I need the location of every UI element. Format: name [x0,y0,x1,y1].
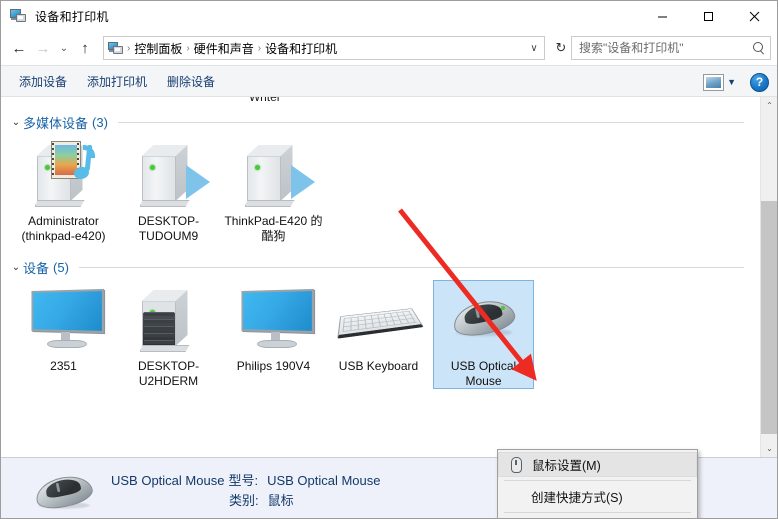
computer-tower-icon [126,284,212,356]
details-value-model: USB Optical Mouse [267,473,381,488]
mouse-icon [441,284,527,356]
minimize-button[interactable] [639,1,685,31]
device-tile-desktop-tudoum9[interactable]: DESKTOP-TUDOUM9 [116,133,221,244]
clipped-printer-label: Writer [1,97,760,104]
media-player-icon [126,139,212,211]
window-title: 设备和打印机 [35,9,109,24]
device-tile-label: 2351 [50,359,77,373]
media-player-icon [231,139,317,211]
group-header-devices[interactable]: ⌄ 设备 (5) [1,256,760,278]
device-tile-label: USB Optical Mouse [450,359,517,388]
device-tile-label: USB Keyboard [338,359,419,373]
details-key-category: 类别: [229,493,259,508]
menu-item-label: 创建快捷方式(S) [531,491,623,505]
remove-device-button[interactable]: 删除设备 [157,69,225,94]
help-button[interactable]: ? [750,72,769,92]
scroll-down-arrow-icon[interactable]: ⌄ [761,440,777,457]
group-divider [78,266,744,268]
breadcrumb-devices-printers-icon [108,41,124,56]
menu-create-shortcut[interactable]: 创建快捷方式(S) [498,484,697,509]
back-button[interactable]: ← [7,35,31,61]
breadcrumb-item-devices-printers[interactable]: 设备和打印机 [262,40,340,57]
menu-separator [504,512,691,513]
device-tile-label: ThinkPad-E420 的酷狗 [224,214,323,243]
details-key-model: 型号: [228,473,259,488]
device-tiles: 2351 DESKTOP-U2HDERM Philips 190V4 USB K… [1,278,760,389]
group-header-multimedia[interactable]: ⌄ 多媒体设备 (3) [1,111,760,133]
forward-button[interactable]: → [31,35,55,61]
keyboard-icon [336,284,424,356]
maximize-button[interactable] [685,1,731,31]
device-tile-label: DESKTOP-TUDOUM9 [137,214,200,243]
device-tile-label: DESKTOP-U2HDERM [137,359,200,388]
context-menu: 鼠标设置(M) 创建快捷方式(S) 删除设备(V) 疑难解答(T) 属 [497,449,698,518]
add-device-button[interactable]: 添加设备 [9,69,77,94]
window-controls [639,1,777,31]
group-divider [117,121,744,123]
close-button[interactable] [731,1,777,31]
menu-separator [504,480,691,481]
details-category-row: 类别: 鼠标 [111,491,381,511]
history-dropdown-icon[interactable]: ⌄ [55,35,73,61]
devices-and-printers-window: 设备和打印机 ← → ⌄ ↑ › 控制面板 › 硬件和声音 › 设备和打印机 ∨… [0,0,778,519]
details-text: USB Optical Mouse 型号: USB Optical Mouse … [111,464,381,511]
device-tile-label: Philips 190V4 [236,359,311,373]
device-tile-philips-190v4[interactable]: Philips 190V4 [221,278,326,389]
breadcrumb-item-control-panel[interactable]: 控制面板 [131,40,185,57]
group-title-devices: 设备 [23,260,50,276]
device-tile-usb-keyboard[interactable]: USB Keyboard [326,278,431,389]
clipped-printer-label-text: Writer [249,97,281,104]
chevron-down-icon[interactable]: ⌄ [9,262,23,273]
menu-remove-device[interactable]: 删除设备(V) [498,516,697,518]
devices-printers-icon [10,8,27,24]
toolbar-right-group: ▼ ? [703,66,769,98]
menu-mouse-settings[interactable]: 鼠标设置(M) [498,452,697,477]
device-tile-2351[interactable]: 2351 [11,278,116,389]
device-tile-administrator[interactable]: Administrator (thinkpad-e420) [11,133,116,244]
chevron-down-icon[interactable]: ∨ [526,43,542,54]
vertical-scrollbar[interactable]: ⌃ ⌄ [760,97,777,457]
search-input[interactable] [579,41,752,55]
search-icon [752,41,766,55]
group-count-multimedia: (3) [92,114,108,130]
scroll-up-arrow-icon[interactable]: ⌃ [761,97,777,114]
mouse-icon [502,456,530,473]
device-tile-thinkpad-kugou[interactable]: ThinkPad-E420 的酷狗 [221,133,326,244]
scrollbar-thumb[interactable] [761,201,777,434]
menu-item-label: 鼠标设置(M) [532,459,601,473]
monitor-icon [231,284,317,356]
address-bar: ← → ⌄ ↑ › 控制面板 › 硬件和声音 › 设备和打印机 ∨ ↻ [1,31,777,65]
details-value-category: 鼠标 [267,493,294,508]
command-toolbar: 添加设备 添加打印机 删除设备 ▼ ? [1,65,777,97]
title-bar: 设备和打印机 [1,1,777,31]
monitor-icon [21,284,107,356]
media-device-icon [21,139,107,211]
preview-pane-icon[interactable] [703,73,725,91]
refresh-button[interactable]: ↻ [551,40,571,56]
details-header-row: USB Optical Mouse 型号: USB Optical Mouse [111,471,381,491]
group-count-devices: (5) [53,259,69,275]
device-tile-desktop-u2hderm[interactable]: DESKTOP-U2HDERM [116,278,221,389]
device-list-scroll-pane: Writer ⌄ 多媒体设备 (3) Administrator (thinkp… [1,97,760,457]
details-device-name: USB Optical Mouse [111,473,225,488]
chevron-down-icon[interactable]: ⌄ [9,117,23,128]
device-tile-usb-optical-mouse[interactable]: USB Optical Mouse [431,278,536,389]
group-title-multimedia: 多媒体设备 [23,115,89,131]
device-tile-label: Administrator (thinkpad-e420) [21,214,106,243]
search-box[interactable] [571,36,771,60]
details-mouse-icon [1,464,111,516]
breadcrumb-item-hardware-sound[interactable]: 硬件和声音 [191,40,257,57]
multimedia-device-tiles: Administrator (thinkpad-e420) DESKTOP-TU… [1,133,760,244]
chevron-down-icon[interactable]: ▼ [727,77,736,87]
add-printer-button[interactable]: 添加打印机 [77,69,157,94]
content-area: Writer ⌄ 多媒体设备 (3) Administrator (thinkp… [1,97,777,518]
up-button[interactable]: ↑ [73,35,97,61]
breadcrumb[interactable]: › 控制面板 › 硬件和声音 › 设备和打印机 ∨ [103,36,545,60]
